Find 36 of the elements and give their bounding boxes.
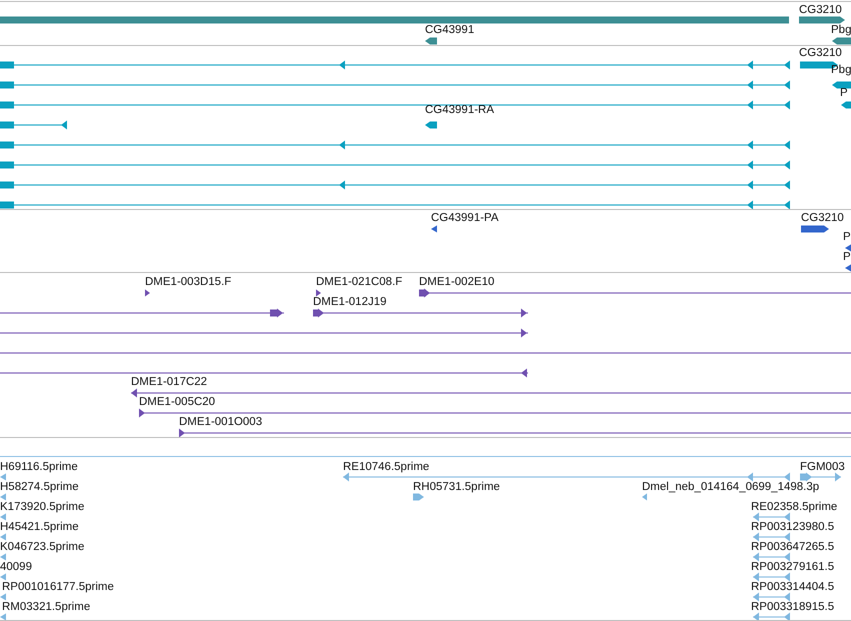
- feature-label: RH05731.5prime: [413, 480, 500, 494]
- feature-label: P: [840, 86, 848, 100]
- feature-label: RE02358.5prime: [751, 500, 838, 514]
- feature-label: CG43991-RA: [425, 103, 494, 117]
- feature-label: Dmel_neb_014164_0699_1498.3p: [642, 480, 820, 494]
- feature-label: CG43991: [425, 23, 474, 37]
- feature-label: RE10746.5prime: [343, 460, 430, 474]
- feature-label: DME1-003D15.F: [145, 275, 232, 289]
- feature-label: RP003647265.5: [751, 540, 834, 554]
- feature-label: RM03321.5prime: [2, 600, 90, 614]
- feature-label: DME1-002E10: [419, 275, 494, 289]
- feature-label: CG43991-PA: [431, 211, 499, 225]
- feature-label: P: [843, 250, 851, 264]
- feature-label: DME1-021C08.F: [316, 275, 402, 289]
- feature-label: RP003279161.5: [751, 560, 834, 574]
- feature-label: Pbg: [831, 23, 851, 37]
- feature-label: RP003314404.5: [751, 580, 834, 594]
- feature-label: DME1-001O003: [179, 415, 262, 429]
- feature-label: RP001016177.5prime: [2, 580, 114, 594]
- feature-label: H45421.5prime: [0, 520, 79, 534]
- feature-label: DME1-017C22: [131, 375, 208, 389]
- feature-label: K173920.5prime: [0, 500, 84, 514]
- feature-label: P: [843, 230, 851, 244]
- feature-label: K046723.5prime: [0, 540, 84, 554]
- feature-label: DME1-012J19: [313, 295, 387, 309]
- feature-label: 40099: [0, 560, 32, 574]
- feature-label: CG3210: [801, 211, 844, 225]
- feature-label: RP003123980.5: [751, 520, 834, 534]
- feature-label: H58274.5prime: [0, 480, 79, 494]
- feature-label: DME1-005C20: [139, 395, 216, 409]
- feature-label: Pbg: [831, 63, 851, 77]
- feature-label: CG3210: [799, 46, 842, 60]
- feature-label: H69116.5prime: [0, 460, 78, 474]
- feature-label: RP003318915.5: [751, 600, 834, 614]
- feature-label: CG3210: [799, 3, 842, 17]
- feature-label: FGM003: [800, 460, 845, 474]
